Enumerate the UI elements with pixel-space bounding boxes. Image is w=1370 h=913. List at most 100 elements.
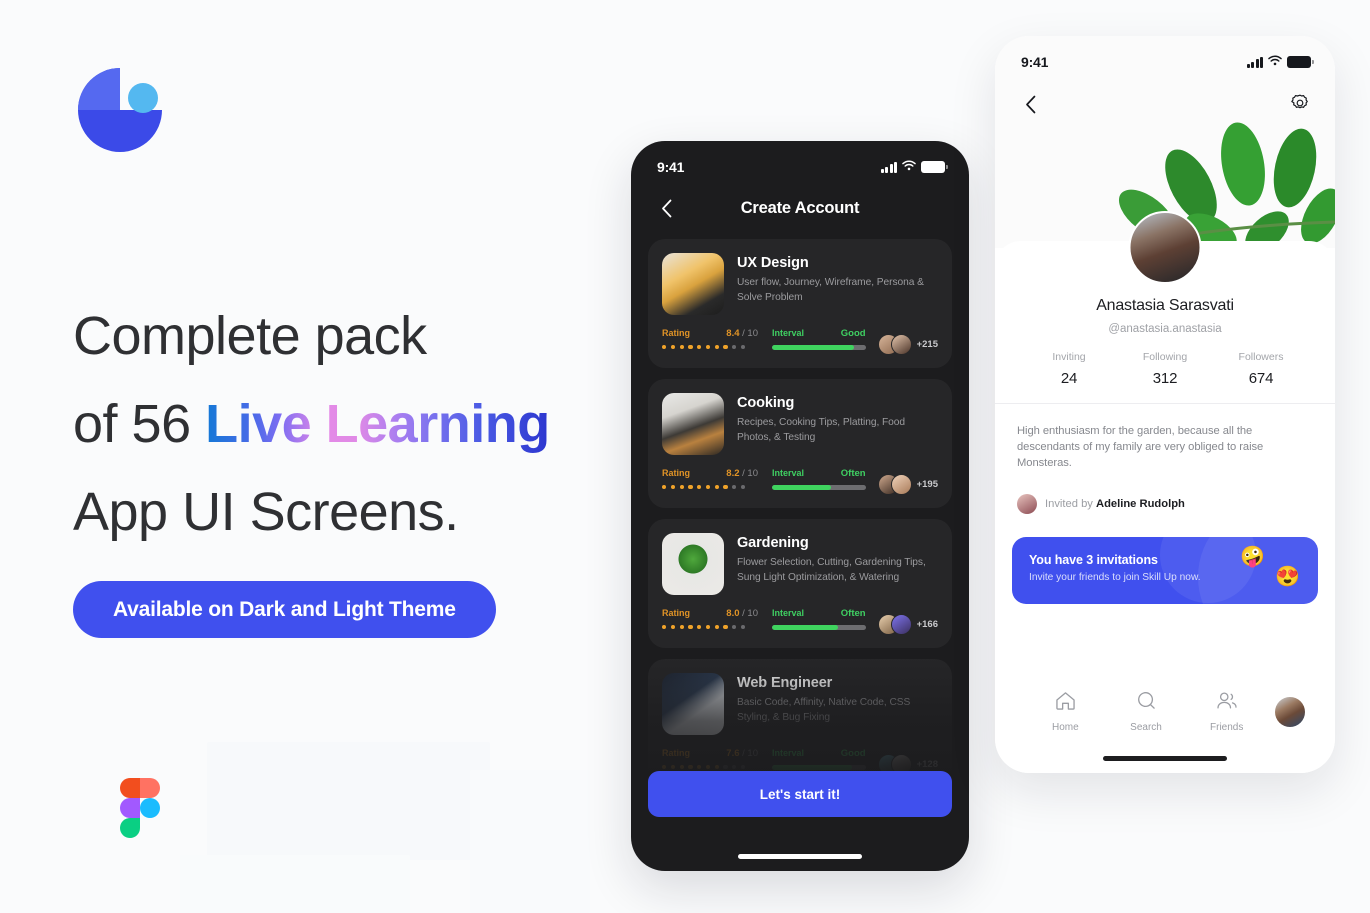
course-card-list[interactable]: UX Design User flow, Journey, Wireframe,… bbox=[648, 239, 952, 775]
course-description: Recipes, Cooking Tips, Platting, Food Ph… bbox=[737, 417, 906, 443]
tab-label: Friends bbox=[1210, 722, 1244, 733]
interval-label: Interval bbox=[772, 748, 805, 758]
tab-label: Home bbox=[1051, 722, 1079, 733]
participants: +195 bbox=[877, 468, 938, 495]
status-clock: 9:41 bbox=[657, 159, 685, 175]
gear-icon[interactable] bbox=[1287, 91, 1313, 117]
profile-sheet: Anastasia Sarasvati @anastasia.anastasia… bbox=[995, 241, 1335, 773]
invitation-subtitle: Invite your friends to join Skill Up now… bbox=[1029, 572, 1201, 583]
divider bbox=[995, 403, 1335, 404]
tab-friends[interactable]: Friends bbox=[1186, 691, 1267, 733]
rating-value: 8.0 / 10 bbox=[726, 608, 758, 619]
stat-value: 312 bbox=[1152, 370, 1178, 387]
course-thumbnail bbox=[662, 393, 724, 455]
rating-metric: Rating 7.6 / 10 bbox=[662, 748, 758, 770]
card-header: Gardening Flower Selection, Cutting, Gar… bbox=[662, 533, 938, 595]
rating-label: Rating bbox=[662, 608, 690, 618]
start-button[interactable]: Let's start it! bbox=[648, 771, 952, 817]
card-text: Gardening Flower Selection, Cutting, Gar… bbox=[737, 533, 938, 595]
promo-panel: Complete pack of 56 Live Learning App UI… bbox=[0, 0, 620, 913]
interval-progress-fill bbox=[772, 345, 855, 350]
interval-value: Good bbox=[840, 328, 866, 339]
participant-count: +195 bbox=[916, 479, 938, 490]
rating-label: Rating bbox=[662, 748, 690, 758]
course-description: Flower Selection, Cutting, Gardening Tip… bbox=[737, 557, 926, 583]
profile-name: Anastasia Sarasvati bbox=[1096, 297, 1234, 314]
headline-line-3: App UI Screens. bbox=[73, 482, 459, 542]
rating-denominator: / 10 bbox=[742, 328, 758, 339]
interval-value: Often bbox=[840, 468, 866, 479]
card-metrics: Rating 8.2 / 10 Interval Often +195 bbox=[662, 468, 938, 495]
page-title: Complete pack of 56 Live Learning App UI… bbox=[73, 292, 613, 556]
rating-metric: Rating 8.0 / 10 bbox=[662, 608, 758, 630]
figma-logo bbox=[120, 778, 160, 838]
interval-label: Interval bbox=[772, 468, 805, 478]
chevron-left-icon[interactable] bbox=[653, 195, 679, 221]
chevron-left-icon[interactable] bbox=[1017, 91, 1043, 117]
interval-progress-bar bbox=[772, 625, 866, 630]
interval-label: Interval bbox=[772, 608, 805, 618]
course-description: User flow, Journey, Wireframe, Persona &… bbox=[737, 277, 924, 303]
interval-value: Good bbox=[840, 748, 866, 759]
interval-metric: Interval Good bbox=[772, 748, 866, 770]
card-header: Web Engineer Basic Code, Affinity, Nativ… bbox=[662, 673, 938, 735]
course-card[interactable]: Gardening Flower Selection, Cutting, Gar… bbox=[648, 519, 952, 648]
tab-label: Search bbox=[1130, 722, 1162, 733]
card-text: Web Engineer Basic Code, Affinity, Nativ… bbox=[737, 673, 938, 735]
participants: +166 bbox=[877, 608, 938, 635]
interval-progress-fill bbox=[772, 625, 838, 630]
dark-nav-bar: Create Account bbox=[631, 187, 969, 229]
theme-availability-button[interactable]: Available on Dark and Light Theme bbox=[73, 581, 496, 638]
tab-home[interactable]: Home bbox=[1025, 691, 1106, 733]
invitation-banner[interactable]: You have 3 invitations Invite your frien… bbox=[1012, 537, 1318, 604]
stat-label: Followers bbox=[1238, 351, 1284, 363]
invited-by-prefix: Invited by bbox=[1045, 498, 1096, 510]
avatar-stack bbox=[877, 334, 912, 355]
wifi-icon bbox=[1268, 53, 1282, 71]
rating-value: 8.4 / 10 bbox=[726, 328, 758, 339]
course-card[interactable]: Cooking Recipes, Cooking Tips, Platting,… bbox=[648, 379, 952, 508]
dark-screen-title: Create Account bbox=[740, 198, 860, 217]
stat-inviting[interactable]: Inviting 24 bbox=[1021, 351, 1117, 387]
participant-count: +166 bbox=[916, 619, 938, 630]
profile-avatar[interactable] bbox=[1275, 697, 1306, 727]
stat-value: 674 bbox=[1248, 370, 1274, 387]
dark-theme-phone-mockup: 9:41 Create Account UX Design User flow,… bbox=[631, 141, 969, 871]
card-text: UX Design User flow, Journey, Wireframe,… bbox=[737, 253, 938, 315]
tab-search[interactable]: Search bbox=[1106, 691, 1187, 733]
rating-metric: Rating 8.2 / 10 bbox=[662, 468, 758, 490]
bottom-tab-bar: Home Search Friends bbox=[995, 685, 1335, 739]
course-thumbnail bbox=[662, 673, 724, 735]
profile-bio: High enthusiasm for the garden, because … bbox=[1017, 425, 1264, 469]
avatar bbox=[1017, 494, 1037, 514]
interval-metric: Interval Good bbox=[772, 328, 866, 350]
course-description: Basic Code, Affinity, Native Code, CSS S… bbox=[737, 697, 911, 723]
interval-progress-bar bbox=[772, 765, 866, 770]
home-indicator bbox=[738, 854, 862, 859]
rating-metric: Rating 8.4 / 10 bbox=[662, 328, 758, 350]
interval-progress-bar bbox=[772, 345, 866, 350]
interval-progress-fill bbox=[772, 765, 852, 770]
status-icons bbox=[1246, 53, 1314, 71]
course-title: UX Design bbox=[737, 255, 809, 271]
stat-followers[interactable]: Followers 674 bbox=[1213, 351, 1309, 387]
avatar-stack bbox=[877, 614, 912, 635]
participant-count: +128 bbox=[916, 759, 938, 770]
course-title: Gardening bbox=[737, 535, 809, 551]
avatar-stack bbox=[877, 474, 912, 495]
status-bar: 9:41 bbox=[995, 36, 1335, 80]
card-text: Cooking Recipes, Cooking Tips, Platting,… bbox=[737, 393, 938, 455]
course-card[interactable]: Web Engineer Basic Code, Affinity, Nativ… bbox=[648, 659, 952, 775]
card-header: Cooking Recipes, Cooking Tips, Platting,… bbox=[662, 393, 938, 455]
rating-label: Rating bbox=[662, 468, 690, 478]
interval-label: Interval bbox=[772, 328, 805, 338]
course-card[interactable]: UX Design User flow, Journey, Wireframe,… bbox=[648, 239, 952, 368]
avatar bbox=[890, 334, 912, 355]
heart-eyes-emoji: 😍 bbox=[1275, 566, 1300, 588]
battery-icon bbox=[1287, 56, 1314, 68]
rating-denominator: / 10 bbox=[742, 468, 758, 479]
rating-dots bbox=[662, 485, 758, 490]
home-indicator bbox=[1103, 756, 1227, 761]
profile-stats: Inviting 24 Following 312 Followers 674 bbox=[1021, 351, 1309, 387]
stat-following[interactable]: Following 312 bbox=[1117, 351, 1213, 387]
